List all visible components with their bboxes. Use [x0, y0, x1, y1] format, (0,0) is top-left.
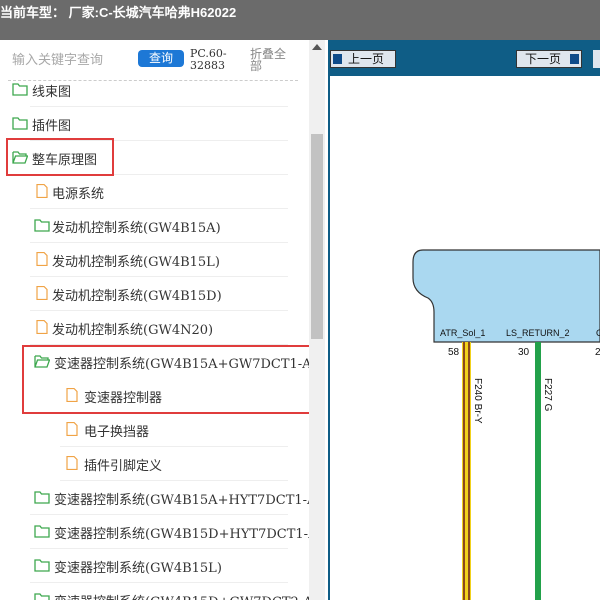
folder-icon	[34, 525, 50, 538]
wire-label: F240 Br-Y	[472, 378, 483, 424]
wire-label: F227 G	[542, 378, 553, 412]
tree-item-label: 电子换挡器	[84, 425, 150, 440]
tree-item-label: 插件图	[32, 119, 72, 134]
pin-name: ATR_Sol_1	[440, 328, 485, 338]
tree-item-label: 变速器控制系统(GW4B15D+GW7DCT2-A02)	[54, 591, 325, 600]
tree-item-transmission-hyt7dct1-d[interactable]: 变速器控制系统(GW4B15D+HYT7DCT1-A02	[0, 515, 325, 549]
scrollbar-thumb[interactable]	[311, 134, 323, 339]
pin-name: LS_RETURN_2	[506, 328, 570, 338]
tree-item-label: 变速器控制系统(GW4B15A+HYT7DCT1-A02	[54, 493, 325, 508]
folder-icon	[34, 219, 50, 232]
tree-item-label: 电源系统	[52, 187, 105, 202]
current-vehicle-title: 当前车型： 厂家:C-长城汽车哈弗H62022	[0, 5, 237, 20]
sidebar-scrollbar[interactable]	[309, 40, 325, 600]
tree-item-label: 变速器控制系统(GW4B15L)	[54, 561, 222, 576]
document-icon	[36, 286, 48, 300]
document-icon	[36, 184, 48, 198]
document-icon	[66, 422, 78, 436]
folder-icon	[12, 117, 28, 130]
pin-name: C	[596, 328, 600, 338]
title-bar: 当前车型： 厂家:C-长城汽车哈弗H62022	[0, 0, 600, 40]
folder-icon	[34, 491, 50, 504]
tree-item-label: 发动机控制系统(GW4B15A)	[52, 221, 221, 236]
tree-item-label: 发动机控制系统(GW4B15L)	[52, 255, 220, 270]
tree-item-engine-gw4b15d[interactable]: 发动机控制系统(GW4B15D)	[0, 277, 300, 311]
document-icon	[36, 252, 48, 266]
tree-item-transmission-gw4b15l[interactable]: 变速器控制系统(GW4B15L)	[0, 549, 300, 583]
query-button[interactable]: 查询	[138, 50, 184, 67]
tree-item-engine-gw4n20[interactable]: 发动机控制系统(GW4N20)	[0, 311, 300, 345]
tree-item-transmission-gw7dct2[interactable]: 变速器控制系统(GW4B15D+GW7DCT2-A02)	[0, 583, 325, 600]
document-icon	[36, 320, 48, 334]
tree-item-transmission-hyt7dct1-a[interactable]: 变速器控制系统(GW4B15A+HYT7DCT1-A02	[0, 481, 325, 515]
collapse-all-button[interactable]: 折叠全部	[250, 48, 290, 72]
tree-item-power-system[interactable]: 电源系统	[0, 175, 300, 209]
tree-item-connector-diagram[interactable]: 插件图	[0, 107, 300, 141]
wire-brown-yellow	[462, 342, 471, 600]
pin-number: 30	[518, 347, 530, 358]
schematic-viewer: 上一页 下一页 ATR_Sol_1 LS_RETURN_2 C 58 30 2 …	[328, 40, 600, 600]
tree-item-engine-gw4b15a[interactable]: 发动机控制系统(GW4B15A)	[0, 209, 300, 243]
tree-item-wiring-harness[interactable]: 线束图	[0, 73, 300, 107]
wiring-schematic: ATR_Sol_1 LS_RETURN_2 C 58 30 2 F240 Br-…	[412, 249, 600, 600]
document-icon	[66, 456, 78, 470]
folder-icon	[34, 559, 50, 572]
tree-item-pin-definition[interactable]: 插件引脚定义	[0, 447, 300, 481]
tree-item-engine-gw4b15l[interactable]: 发动机控制系统(GW4B15L)	[0, 243, 300, 277]
tree-item-label: 发动机控制系统(GW4B15D)	[52, 289, 222, 304]
highlight-box	[6, 138, 114, 176]
tree-item-label: 插件引脚定义	[84, 459, 163, 474]
pin-number: 2	[595, 347, 600, 358]
folder-icon	[34, 593, 50, 600]
tree-item-electronic-shifter[interactable]: 电子换挡器	[0, 413, 300, 447]
wire-green	[535, 342, 541, 600]
folder-icon	[12, 83, 28, 96]
scroll-up-arrow-icon[interactable]	[312, 44, 322, 50]
sidebar: 查询 PC.60-32883 折叠全部 线束图 插件图 整车原理图 电源系统 发…	[0, 40, 325, 600]
search-input[interactable]	[12, 50, 132, 70]
tree-item-label: 变速器控制系统(GW4B15D+HYT7DCT1-A02	[54, 527, 325, 542]
pc-code: PC.60-32883	[190, 47, 227, 72]
highlight-box	[22, 345, 315, 414]
tree-item-label: 发动机控制系统(GW4N20)	[52, 323, 214, 338]
pin-number: 58	[448, 347, 460, 358]
tree-item-label: 线束图	[32, 85, 72, 100]
